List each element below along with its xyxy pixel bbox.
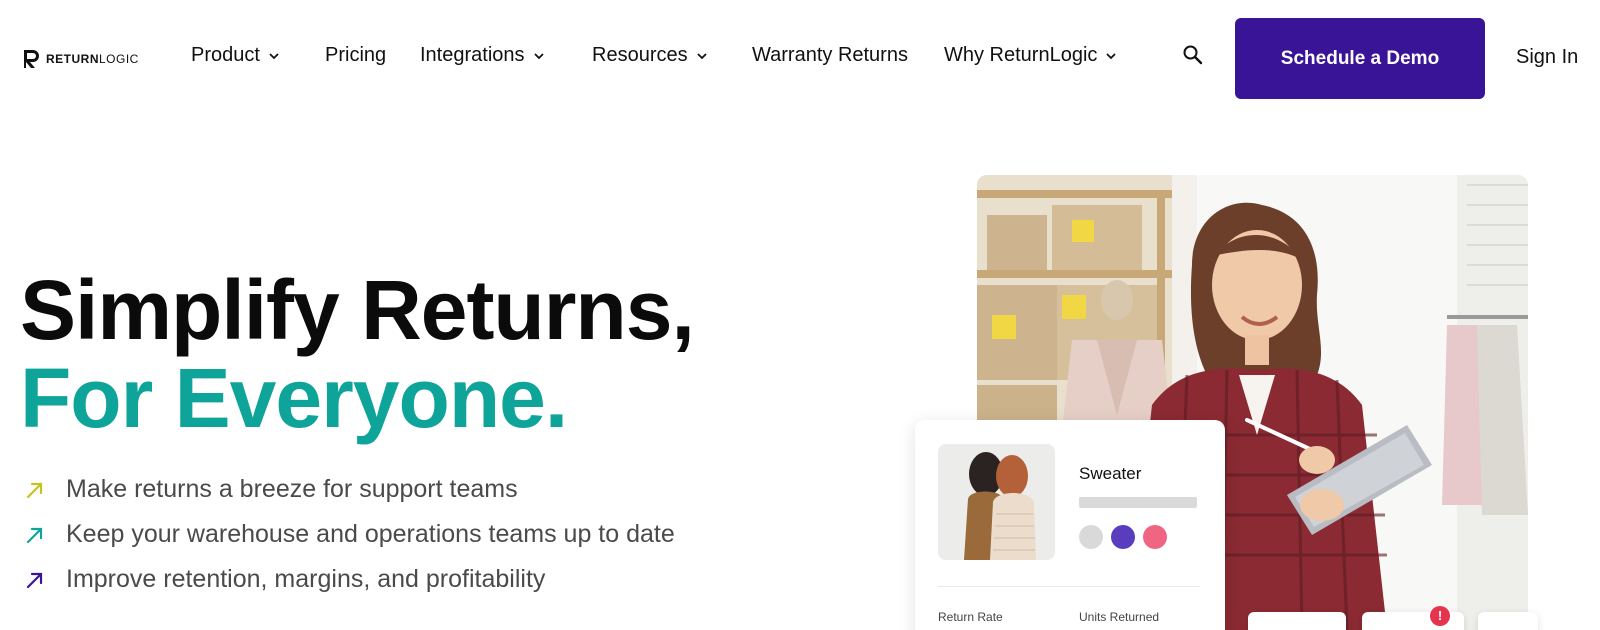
returnlogic-logo[interactable]: RETURNLOGIC — [22, 48, 139, 70]
chevron-down-icon — [533, 52, 544, 59]
mini-stat-card: ! — [1362, 606, 1464, 630]
arrow-up-right-icon — [26, 482, 43, 498]
nav-resources[interactable]: Resources — [592, 44, 708, 67]
nav-warranty-returns[interactable]: Warranty Returns — [752, 44, 908, 67]
logo-mark-icon — [24, 50, 39, 68]
nav-resources-label: Resources — [592, 44, 688, 66]
units-returned-label: Units Returned — [1079, 610, 1160, 624]
color-swatch-gray[interactable] — [1079, 525, 1103, 549]
arrow-up-right-icon — [26, 527, 43, 543]
nav-why-returnlogic-label: Why ReturnLogic — [944, 44, 1098, 66]
benefit-text: Improve retention, margins, and profitab… — [66, 565, 546, 593]
product-return-card: Sweater Return Rate Units Returned — [915, 420, 1225, 630]
nav-why-returnlogic[interactable]: Why ReturnLogic — [944, 44, 1117, 67]
arrow-up-right-icon — [26, 572, 43, 588]
color-swatch-pink[interactable] — [1143, 525, 1167, 549]
benefit-text: Make returns a breeze for support teams — [66, 475, 518, 503]
nav-pricing[interactable]: Pricing — [325, 44, 386, 67]
nav-integrations-label: Integrations — [420, 44, 525, 66]
mini-stat-card — [1478, 612, 1538, 630]
product-thumbnail — [938, 444, 1055, 560]
nav-product-label: Product — [191, 44, 260, 66]
hero-title-line1: Simplify Returns, — [20, 263, 695, 357]
product-detail-placeholder — [1079, 497, 1197, 508]
benefit-item: Keep your warehouse and operations teams… — [24, 520, 675, 549]
return-rate-label: Return Rate — [938, 610, 1003, 624]
benefit-item: Improve retention, margins, and profitab… — [24, 565, 545, 594]
schedule-demo-button[interactable]: Schedule a Demo — [1235, 18, 1485, 99]
logo-wordmark: RETURNLOGIC — [46, 52, 139, 66]
benefit-item: Make returns a breeze for support teams — [24, 475, 518, 504]
chevron-down-icon — [1106, 52, 1117, 59]
chevron-down-icon — [696, 52, 707, 59]
hero-title-line2: For Everyone. — [20, 351, 568, 445]
alert-icon: ! — [1430, 606, 1450, 626]
product-name: Sweater — [1079, 464, 1142, 483]
nav-warranty-returns-label: Warranty Returns — [752, 44, 908, 66]
nav-integrations[interactable]: Integrations — [420, 44, 545, 67]
chevron-down-icon — [269, 52, 279, 59]
nav-pricing-label: Pricing — [325, 44, 387, 66]
search-icon[interactable] — [1182, 44, 1204, 66]
benefit-text: Keep your warehouse and operations teams… — [66, 520, 675, 548]
mini-stat-card — [1248, 612, 1346, 630]
color-swatch-purple[interactable] — [1111, 525, 1135, 549]
nav-product[interactable]: Product — [191, 44, 280, 67]
sign-in-link[interactable]: Sign In — [1516, 46, 1578, 69]
card-divider — [938, 586, 1200, 587]
product-thumbnail-illustration — [938, 444, 1055, 560]
site-header: RETURNLOGIC Product Pricing Integrations… — [0, 0, 1600, 118]
